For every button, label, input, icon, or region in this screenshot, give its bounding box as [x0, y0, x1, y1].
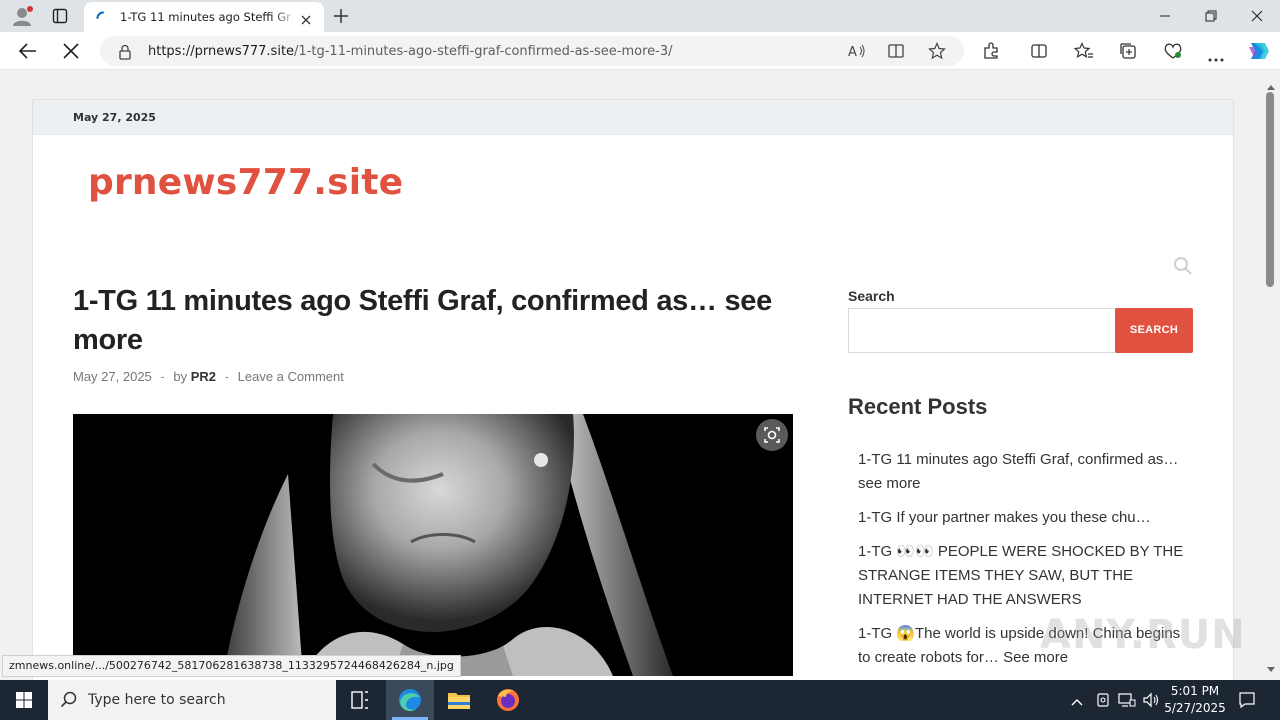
site-title[interactable]: prnews777.site [88, 162, 403, 203]
post-title: 1-TG 11 minutes ago Steffi Graf, confirm… [73, 285, 772, 356]
sidebar-search-button[interactable]: SEARCH [1115, 308, 1193, 353]
copilot-icon[interactable] [1245, 39, 1271, 63]
featured-photo [73, 414, 793, 676]
search-icon [60, 691, 78, 713]
taskbar-file-explorer[interactable] [435, 680, 483, 720]
notifications-icon[interactable] [1238, 691, 1256, 713]
post-by-label: by [173, 369, 188, 384]
favorites-icon[interactable] [1073, 42, 1094, 60]
status-url-bubble: zmnews.online/.../500276742_581706281638… [2, 655, 461, 677]
browser-essentials-icon[interactable] [1163, 42, 1183, 60]
task-view-icon [351, 691, 368, 709]
scroll-down-arrow-icon[interactable] [1266, 659, 1276, 678]
anyrun-watermark: ANY.RUN [1040, 612, 1246, 658]
taskbar-clock[interactable]: 5:01 PM 5/27/2025 [1160, 683, 1230, 717]
taskbar-firefox[interactable] [484, 680, 532, 720]
tab-actions-icon[interactable] [52, 8, 68, 24]
page-viewport: May 27, 2025 prnews777.site 1-TG 11 minu… [0, 70, 1262, 680]
lock-icon[interactable] [118, 44, 132, 60]
stop-loading-icon[interactable] [62, 43, 80, 59]
favorite-star-icon[interactable] [928, 42, 946, 60]
page-container: May 27, 2025 prnews777.site 1-TG 11 minu… [32, 99, 1234, 680]
post-author-link[interactable]: PR2 [191, 369, 216, 384]
edge-icon [399, 689, 421, 711]
windows-taskbar: Type here to search 5:01 PM 5/27/2025 [0, 680, 1280, 720]
windows-logo-icon [16, 692, 32, 708]
sidebar-search-label: Search [848, 288, 895, 304]
volume-icon[interactable] [1142, 692, 1160, 712]
clock-time: 5:01 PM [1170, 684, 1220, 698]
tab-title: 1-TG 11 minutes ago Steffi Graf, confirm… [120, 10, 292, 24]
more-menu-icon[interactable] [1207, 48, 1225, 62]
address-bar[interactable]: https://prnews777.site/1-tg-11-minutes-a… [100, 36, 964, 66]
immersive-reader-icon[interactable] [888, 43, 906, 59]
page-scrollbar[interactable] [1262, 70, 1280, 680]
firefox-icon [497, 689, 519, 711]
meta-separator: - [224, 369, 229, 384]
taskbar-search-box[interactable]: Type here to search [48, 680, 336, 720]
close-window-button[interactable] [1234, 0, 1280, 32]
minimize-button[interactable] [1142, 0, 1188, 32]
browser-tab-active[interactable]: 1-TG 11 minutes ago Steffi Graf, confirm… [84, 2, 324, 32]
sidebar-search-input[interactable] [848, 308, 1116, 353]
svg-text:A: A [848, 45, 857, 59]
restore-button[interactable] [1188, 0, 1234, 32]
recent-post-link[interactable]: 1-TG 11 minutes ago Steffi Graf, confirm… [858, 448, 1188, 496]
split-screen-icon[interactable] [1030, 42, 1048, 60]
collections-icon[interactable] [1119, 42, 1137, 60]
scrollbar-thumb[interactable] [1266, 92, 1274, 287]
url-text: https://prnews777.site/1-tg-11-minutes-a… [148, 44, 673, 59]
meta-separator: - [160, 369, 165, 384]
taskbar-search-placeholder: Type here to search [88, 692, 226, 708]
loading-spinner-icon [96, 10, 110, 24]
extensions-icon[interactable] [982, 42, 1000, 60]
recent-post-link[interactable]: 1-TG If your partner makes you these chu… [858, 506, 1188, 530]
clock-date: 5/27/2025 [1164, 701, 1226, 715]
profile-icon[interactable] [10, 5, 34, 27]
header-date: May 27, 2025 [73, 111, 156, 124]
task-view-button[interactable] [336, 680, 384, 720]
start-button[interactable] [0, 680, 48, 720]
header-topbar: May 27, 2025 [33, 100, 1233, 135]
leave-comment-link[interactable]: Leave a Comment [238, 369, 344, 384]
browser-toolbar: https://prnews777.site/1-tg-11-minutes-a… [0, 32, 1280, 70]
close-tab-icon[interactable] [300, 11, 312, 25]
read-aloud-icon[interactable]: A [848, 43, 866, 60]
featured-image[interactable] [73, 414, 793, 676]
folder-icon [448, 693, 470, 709]
new-tab-icon[interactable] [332, 7, 350, 25]
network-icon[interactable] [1118, 692, 1136, 712]
recent-post-link[interactable]: 1-TG 👀👀 PEOPLE WERE SHOCKED BY THE STRAN… [858, 540, 1188, 612]
post-meta: May 27, 2025 - by PR2 - Leave a Comment [73, 369, 344, 384]
taskbar-edge[interactable] [386, 680, 434, 720]
post-date-link[interactable]: May 27, 2025 [73, 369, 152, 384]
search-icon[interactable] [1173, 256, 1193, 280]
browser-title-bar: 1-TG 11 minutes ago Steffi Graf, confirm… [0, 0, 1280, 32]
back-arrow-icon[interactable] [18, 42, 38, 60]
show-hidden-icons-chevron-icon[interactable] [1070, 693, 1084, 712]
visual-search-button[interactable] [756, 419, 788, 451]
device-icon[interactable] [1095, 692, 1111, 712]
visual-search-icon [764, 427, 780, 443]
recent-posts-heading: Recent Posts [848, 394, 988, 419]
